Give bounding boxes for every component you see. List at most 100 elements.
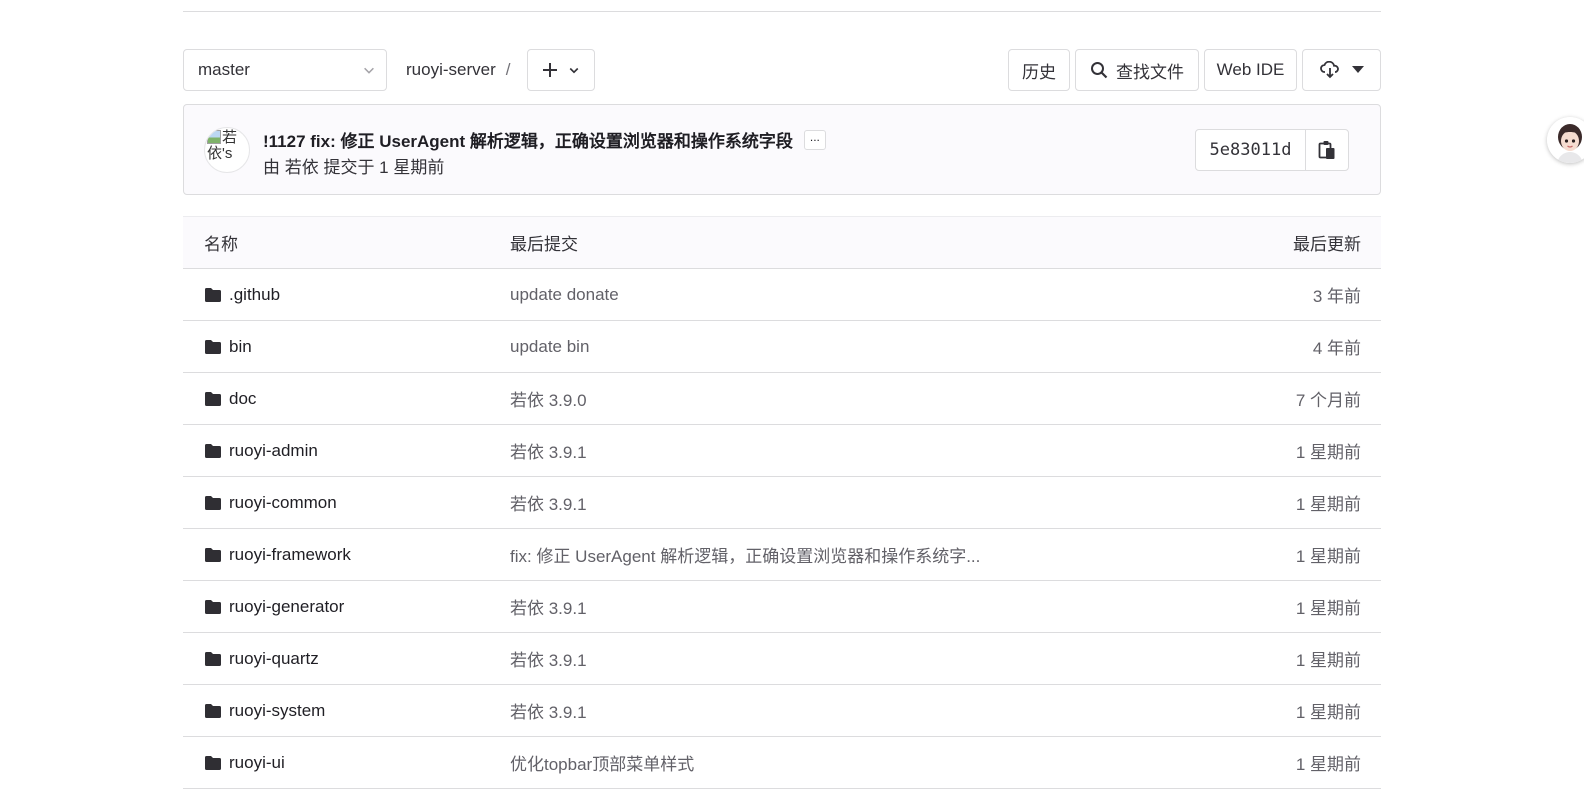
last-commit-cell: fix: 修正 UserAgent 解析逻辑，正确设置浏览器和操作系统字... — [510, 529, 980, 580]
last-update-cell: 1 星期前 — [1295, 599, 1361, 618]
table-row[interactable]: .github update donate 3 年前 — [183, 269, 1381, 321]
branch-selector[interactable]: master — [183, 49, 387, 91]
folder-icon — [205, 755, 221, 770]
table-row[interactable]: ruoyi-generator 若依 3.9.1 1 星期前 — [183, 581, 1381, 633]
last-commit-cell: update donate — [510, 269, 619, 320]
file-name-cell: ruoyi-common — [204, 477, 337, 528]
file-name-cell: ruoyi-quartz — [204, 633, 319, 684]
caret-down-icon — [1351, 66, 1364, 73]
folder-icon — [205, 443, 221, 458]
folder-link[interactable]: ruoyi-quartz — [204, 649, 319, 669]
table-row[interactable]: ruoyi-common 若依 3.9.1 1 星期前 — [183, 477, 1381, 529]
table-row[interactable]: ruoyi-framework fix: 修正 UserAgent 解析逻辑，正确… — [183, 529, 1381, 581]
folder-name: ruoyi-framework — [229, 544, 351, 564]
commit-meta: 由 若依 提交于 1 星期前 — [263, 158, 445, 177]
branch-name: master — [198, 60, 250, 79]
history-button[interactable]: 历史 — [1008, 49, 1070, 91]
table-row[interactable]: doc 若依 3.9.0 7 个月前 — [183, 373, 1381, 425]
folder-name: doc — [229, 388, 257, 408]
repo-toolbar: master ruoyi-server / 历史 查找文件 Web IDE — [183, 49, 1381, 91]
folder-link[interactable]: .github — [204, 285, 280, 305]
folder-link[interactable]: ruoyi-generator — [204, 597, 344, 617]
last-commit-cell: 若依 3.9.1 — [510, 425, 587, 476]
header-last-update: 最后更新 — [1293, 235, 1361, 254]
last-commit-link[interactable]: 若依 3.9.0 — [510, 386, 587, 411]
folder-icon — [205, 599, 221, 614]
header-last-commit: 最后提交 — [510, 235, 578, 254]
folder-name: ruoyi-common — [229, 492, 337, 512]
web-ide-label: Web IDE — [1216, 60, 1285, 79]
folder-link[interactable]: ruoyi-admin — [204, 441, 318, 461]
web-ide-button[interactable]: Web IDE — [1204, 49, 1297, 91]
last-commit-cell: 若依 3.9.1 — [510, 633, 587, 684]
folder-icon — [205, 547, 221, 562]
commit-title-link[interactable]: !1127 fix: 修正 UserAgent 解析逻辑，正确设置浏览器和操作系… — [263, 127, 793, 152]
folder-link[interactable]: ruoyi-common — [204, 493, 337, 513]
file-name-cell: ruoyi-generator — [204, 581, 344, 632]
file-name-cell: ruoyi-ui — [204, 737, 285, 788]
table-row[interactable]: ruoyi-ui 优化topbar顶部菜单样式 1 星期前 — [183, 737, 1381, 789]
chevron-down-icon — [364, 67, 374, 74]
avatar[interactable]: 若依's — [204, 127, 250, 173]
chevron-down-icon — [569, 67, 579, 74]
breadcrumb: ruoyi-server / — [406, 49, 510, 91]
file-name-cell: doc — [204, 373, 256, 424]
last-commit-link[interactable]: 优化topbar顶部菜单样式 — [510, 750, 694, 775]
folder-link[interactable]: bin — [204, 337, 252, 357]
find-file-button[interactable]: 查找文件 — [1075, 49, 1199, 91]
search-icon — [1091, 62, 1108, 79]
folder-name: .github — [229, 284, 281, 304]
last-commit-link[interactable]: fix: 修正 UserAgent 解析逻辑，正确设置浏览器和操作系统字... — [510, 542, 980, 567]
file-name-cell: ruoyi-framework — [204, 529, 351, 580]
folder-icon — [205, 339, 221, 354]
folder-link[interactable]: ruoyi-framework — [204, 545, 351, 565]
last-commit-panel: 若依's !1127 fix: 修正 UserAgent 解析逻辑，正确设置浏览… — [183, 104, 1381, 195]
table-header: 名称 最后提交 最后更新 — [183, 216, 1381, 269]
commit-sha[interactable]: 5e83011d — [1196, 130, 1306, 170]
file-tree-table: 名称 最后提交 最后更新 .github update donate 3 年前 bin… — [183, 216, 1381, 789]
expand-commit-description-button[interactable]: ... — [803, 129, 826, 150]
last-commit-link[interactable]: update bin — [510, 337, 589, 357]
download-dropdown-button[interactable] — [1302, 49, 1381, 91]
last-commit-link[interactable]: update donate — [510, 285, 619, 305]
folder-icon — [205, 287, 221, 302]
last-commit-cell: 若依 3.9.1 — [510, 685, 587, 736]
copy-sha-button[interactable] — [1306, 130, 1348, 170]
add-to-tree-button[interactable] — [527, 49, 595, 91]
folder-name: ruoyi-generator — [229, 596, 345, 616]
last-commit-cell: 优化topbar顶部菜单样式 — [510, 737, 694, 788]
last-update-cell: 1 星期前 — [1295, 547, 1361, 566]
table-row[interactable]: ruoyi-admin 若依 3.9.1 1 星期前 — [183, 425, 1381, 477]
last-commit-link[interactable]: 若依 3.9.1 — [510, 594, 587, 619]
folder-icon — [205, 651, 221, 666]
table-row[interactable]: ruoyi-quartz 若依 3.9.1 1 星期前 — [183, 633, 1381, 685]
header-name: 名称 — [204, 235, 238, 254]
last-commit-link[interactable]: 若依 3.9.1 — [510, 646, 587, 671]
last-update-cell: 1 星期前 — [1295, 755, 1361, 774]
last-update-cell: 1 星期前 — [1295, 703, 1361, 722]
commit-sha-group: 5e83011d — [1195, 129, 1349, 171]
last-update-cell: 4 年前 — [1312, 339, 1361, 358]
file-name-cell: ruoyi-admin — [204, 425, 318, 476]
folder-name: ruoyi-system — [229, 700, 326, 720]
last-commit-link[interactable]: 若依 3.9.1 — [510, 490, 587, 515]
broken-image-icon — [207, 130, 221, 144]
last-commit-link[interactable]: 若依 3.9.1 — [510, 438, 587, 463]
breadcrumb-repo-link[interactable]: ruoyi-server — [406, 60, 496, 80]
folder-name: bin — [229, 336, 252, 356]
folder-link[interactable]: ruoyi-system — [204, 701, 325, 721]
floating-assistant-avatar[interactable] — [1547, 117, 1584, 163]
last-update-cell: 1 星期前 — [1295, 443, 1361, 462]
file-name-cell: ruoyi-system — [204, 685, 325, 736]
folder-link[interactable]: ruoyi-ui — [204, 753, 285, 773]
last-commit-cell: 若依 3.9.0 — [510, 373, 587, 424]
find-file-label: 查找文件 — [1116, 62, 1184, 82]
folder-link[interactable]: doc — [204, 389, 256, 409]
top-divider — [183, 11, 1381, 12]
folder-name: ruoyi-admin — [229, 440, 318, 460]
last-commit-link[interactable]: 若依 3.9.1 — [510, 698, 587, 723]
table-row[interactable]: ruoyi-system 若依 3.9.1 1 星期前 — [183, 685, 1381, 737]
breadcrumb-separator: / — [505, 60, 511, 79]
table-row[interactable]: bin update bin 4 年前 — [183, 321, 1381, 373]
file-name-cell: .github — [204, 269, 280, 320]
